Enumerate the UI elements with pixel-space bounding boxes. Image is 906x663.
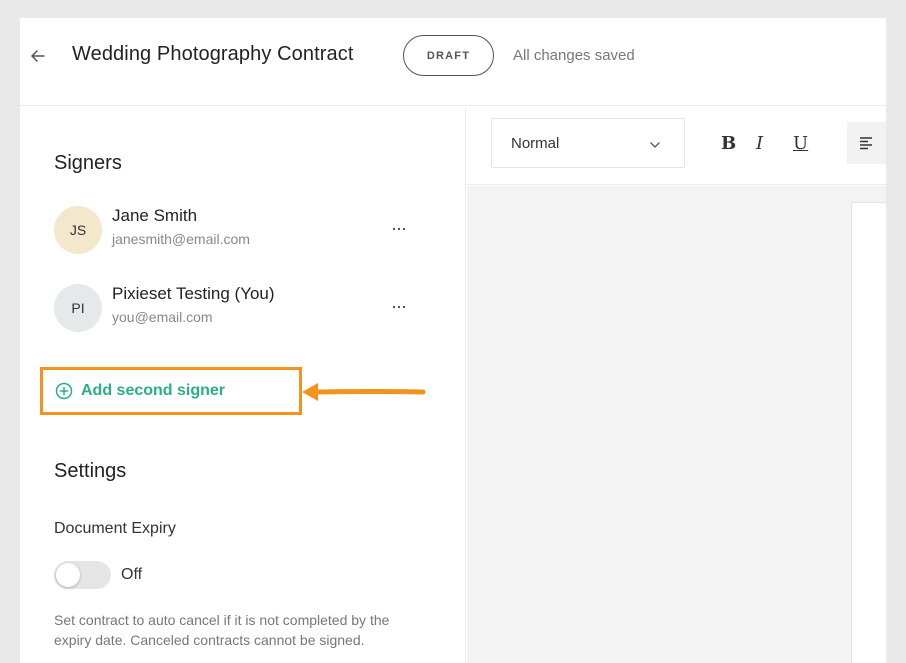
page-title: Wedding Photography Contract	[72, 43, 354, 65]
italic-button[interactable]: I	[756, 133, 763, 154]
more-icon[interactable]: ···	[391, 218, 407, 239]
text-style-value: Normal	[511, 135, 560, 152]
expiry-help-text: Set contract to auto cancel if it is not…	[54, 612, 390, 648]
toggle-knob	[56, 563, 80, 587]
signer-name: Pixieset Testing (You)	[112, 284, 275, 303]
add-second-signer-button[interactable]: Add second signer	[40, 367, 302, 415]
back-arrow-icon[interactable]	[28, 46, 48, 66]
add-second-signer-label: Add second signer	[81, 382, 226, 399]
signers-heading: Signers	[54, 152, 122, 174]
chevron-down-icon	[650, 142, 660, 148]
more-icon[interactable]: ···	[391, 296, 407, 317]
bold-button[interactable]: B	[721, 133, 736, 154]
settings-heading: Settings	[54, 460, 127, 482]
signer-row-jane: JS Jane Smith janesmith@email.com ···	[54, 206, 414, 256]
add-circle-icon	[55, 382, 73, 400]
signer-email: janesmith@email.com	[112, 231, 250, 247]
underline-button[interactable]: U	[793, 133, 808, 154]
editor-toolbar: Normal B I U	[467, 107, 886, 185]
align-left-button[interactable]	[847, 122, 886, 164]
header: Wedding Photography Contract DRAFT All c…	[20, 18, 886, 106]
avatar: JS	[54, 206, 102, 254]
save-status: All changes saved	[513, 47, 635, 64]
avatar: PI	[54, 284, 102, 332]
document-expiry-toggle[interactable]	[54, 561, 111, 589]
annotation-arrow-icon	[302, 383, 426, 401]
signer-name: Jane Smith	[112, 206, 198, 225]
document-expiry-label: Document Expiry	[54, 520, 176, 537]
app-window: Wedding Photography Contract DRAFT All c…	[20, 18, 886, 663]
align-left-icon	[859, 137, 872, 150]
toggle-state-label: Off	[121, 566, 143, 583]
signer-email: you@email.com	[112, 309, 213, 325]
status-badge: DRAFT	[403, 35, 494, 76]
document-page[interactable]	[851, 202, 886, 663]
editor-panel: Normal B I U	[467, 107, 886, 663]
text-style-select[interactable]: Normal	[491, 118, 685, 168]
signer-row-you: PI Pixieset Testing (You) you@email.com …	[54, 284, 414, 334]
document-canvas	[467, 186, 886, 663]
sidebar: Signers JS Jane Smith janesmith@email.co…	[20, 107, 466, 663]
